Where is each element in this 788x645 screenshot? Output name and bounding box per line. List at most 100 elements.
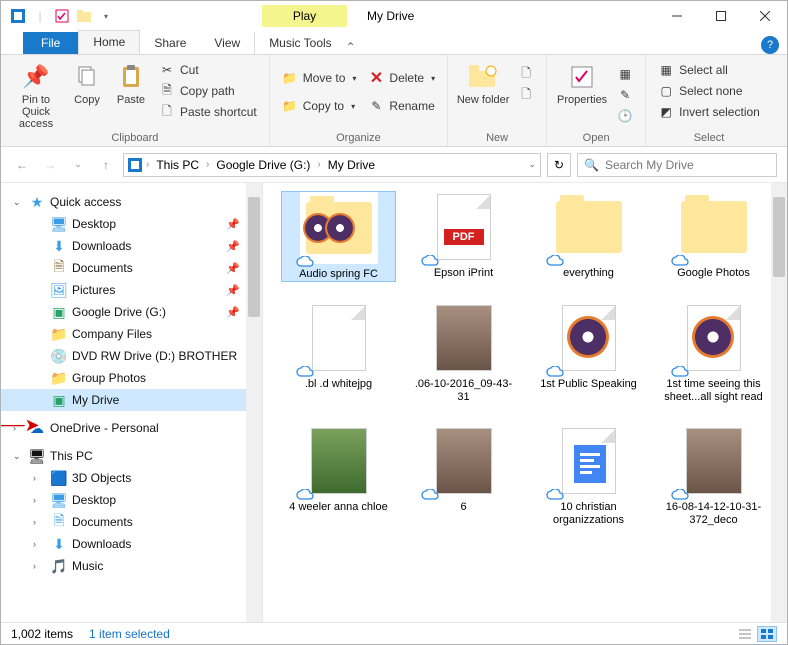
tree-item-dvd-rw-drive-d-brother[interactable]: 💿DVD RW Drive (D:) BROTHER: [1, 345, 262, 367]
tab-share[interactable]: Share: [140, 32, 200, 54]
pin-to-quick-access-button[interactable]: 📌 Pin to Quick access: [9, 59, 63, 130]
new-item-button[interactable]: 🗋: [514, 65, 538, 83]
file-tile[interactable]: PDFEpson iPrint: [406, 191, 521, 282]
file-tile[interactable]: everything: [531, 191, 646, 282]
select-none-button[interactable]: ▢Select none: [654, 82, 764, 100]
tree-item-company-files[interactable]: 📁Company Files: [1, 323, 262, 345]
tree-item-documents[interactable]: 🗎Documents📌: [1, 257, 262, 279]
refresh-button[interactable]: ↻: [547, 153, 571, 177]
paste-button[interactable]: Paste: [111, 59, 151, 106]
tree-label: Company Files: [72, 327, 152, 341]
tree-item-3d-objects[interactable]: ›🟦3D Objects: [1, 467, 262, 489]
view-large-icons-button[interactable]: [757, 626, 777, 642]
new-folder-button[interactable]: New folder: [456, 59, 510, 106]
help-icon[interactable]: ?: [761, 36, 779, 54]
invert-selection-button[interactable]: ◩Invert selection: [654, 103, 764, 121]
copy-to-button[interactable]: 📁Copy to▾: [278, 97, 361, 115]
file-tile[interactable]: 1st time seeing this sheet...all sight r…: [656, 302, 771, 404]
back-button[interactable]: ←: [11, 154, 33, 176]
content-scrollbar[interactable]: [771, 183, 787, 623]
qat-folder-icon[interactable]: [73, 5, 95, 27]
address-bar[interactable]: › This PC › Google Drive (G:) › My Drive…: [123, 153, 541, 177]
select-all-button[interactable]: ▦Select all: [654, 61, 764, 79]
minimize-button[interactable]: [655, 2, 699, 30]
chevron-right-icon[interactable]: ›: [206, 159, 209, 170]
file-tile[interactable]: 10 christian organizzations: [531, 425, 646, 527]
ribbon-collapse-icon[interactable]: ⌃: [346, 40, 356, 54]
cut-label: Cut: [180, 63, 199, 77]
chevron-right-icon[interactable]: ›: [13, 423, 23, 433]
file-tile[interactable]: 4 weeler anna chloe: [281, 425, 396, 527]
tree-item-group-photos[interactable]: 📁Group Photos: [1, 367, 262, 389]
tree-item-desktop[interactable]: 🖥Desktop📌: [1, 213, 262, 235]
file-tile[interactable]: .06-10-2016_09-43-31: [406, 302, 521, 404]
forward-button[interactable]: →: [39, 154, 61, 176]
paste-shortcut-button[interactable]: 🗋Paste shortcut: [155, 103, 261, 121]
file-tile[interactable]: Audio spring FC: [281, 191, 396, 282]
tree-item-desktop[interactable]: ›🖥Desktop: [1, 489, 262, 511]
chevron-right-icon[interactable]: ›: [317, 159, 320, 170]
file-tile[interactable]: 6: [406, 425, 521, 527]
rename-button[interactable]: ✎Rename: [364, 97, 439, 115]
delete-button[interactable]: ✕Delete▾: [364, 69, 439, 87]
crumb-folder[interactable]: My Drive: [325, 156, 378, 174]
search-box[interactable]: 🔍 Search My Drive: [577, 153, 777, 177]
tab-file[interactable]: File: [23, 32, 78, 54]
file-tile[interactable]: 16-08-14-12-10-31-372_deco: [656, 425, 771, 527]
window-title: My Drive: [367, 9, 414, 23]
chevron-right-icon[interactable]: ›: [33, 539, 43, 549]
properties-button[interactable]: Properties: [555, 59, 609, 106]
file-name: 6: [460, 501, 466, 514]
cut-button[interactable]: ✂Cut: [155, 61, 261, 79]
view-details-button[interactable]: [735, 626, 755, 642]
tree-onedrive[interactable]: › ☁ OneDrive - Personal: [1, 417, 262, 439]
copy-label: Copy: [74, 94, 100, 106]
address-dropdown-icon[interactable]: ⌄: [528, 159, 536, 170]
chevron-down-icon[interactable]: ⌄: [13, 197, 23, 208]
nav-scrollbar[interactable]: [246, 183, 262, 623]
paste-label: Paste: [117, 94, 145, 106]
easy-access-button[interactable]: 🗋: [514, 86, 538, 104]
file-tile[interactable]: Google Photos: [656, 191, 771, 282]
close-button[interactable]: [743, 2, 787, 30]
maximize-button[interactable]: [699, 2, 743, 30]
chevron-right-icon[interactable]: ›: [33, 495, 43, 505]
chevron-down-icon[interactable]: ⌄: [13, 451, 23, 462]
recent-locations-button[interactable]: ⌄: [67, 154, 89, 176]
move-to-button[interactable]: 📁Move to▾: [278, 69, 361, 87]
open-button[interactable]: ▦: [613, 65, 637, 83]
chevron-right-icon[interactable]: ›: [146, 159, 149, 170]
paste-icon: [117, 63, 145, 91]
chevron-right-icon[interactable]: ›: [33, 517, 43, 527]
tab-home[interactable]: Home: [78, 30, 140, 54]
chevron-right-icon[interactable]: ›: [33, 473, 43, 483]
tree-item-pictures[interactable]: 🖼Pictures📌: [1, 279, 262, 301]
crumb-this-pc[interactable]: This PC: [153, 156, 202, 174]
tree-item-documents[interactable]: ›🗎Documents: [1, 511, 262, 533]
qat-dropdown-icon[interactable]: ▾: [95, 5, 117, 27]
qat-properties-icon[interactable]: [51, 5, 73, 27]
crumb-drive[interactable]: Google Drive (G:): [213, 156, 313, 174]
up-button[interactable]: ↑: [95, 154, 117, 176]
content-pane[interactable]: Audio spring FCPDFEpson iPrinteverything…: [263, 183, 787, 623]
tree-item-my-drive[interactable]: ▣My Drive: [1, 389, 262, 411]
tab-music-tools[interactable]: Music Tools: [254, 32, 345, 54]
scrollbar-thumb[interactable]: [773, 197, 785, 277]
tree-item-downloads[interactable]: ⬇Downloads📌: [1, 235, 262, 257]
tab-view[interactable]: View: [200, 32, 254, 54]
chevron-right-icon[interactable]: ›: [33, 561, 43, 571]
scrollbar-thumb[interactable]: [248, 197, 260, 317]
tree-item-downloads[interactable]: ›⬇Downloads: [1, 533, 262, 555]
tree-item-music[interactable]: ›🎵Music: [1, 555, 262, 577]
qat-app-icon[interactable]: [7, 5, 29, 27]
history-button[interactable]: 🕑: [613, 107, 637, 125]
file-tile[interactable]: .bl .d whitejpg: [281, 302, 396, 404]
tree-item-google-drive-g-[interactable]: ▣Google Drive (G:)📌: [1, 301, 262, 323]
edit-button[interactable]: ✎: [613, 86, 637, 104]
status-item-count: 1,002 items: [11, 627, 73, 641]
file-tile[interactable]: 1st Public Speaking: [531, 302, 646, 404]
tree-quick-access[interactable]: ⌄ ★ Quick access: [1, 191, 262, 213]
tree-this-pc[interactable]: ⌄ 🖥 This PC: [1, 445, 262, 467]
copy-button[interactable]: Copy: [67, 59, 107, 106]
copy-path-button[interactable]: 🗎Copy path: [155, 82, 261, 100]
